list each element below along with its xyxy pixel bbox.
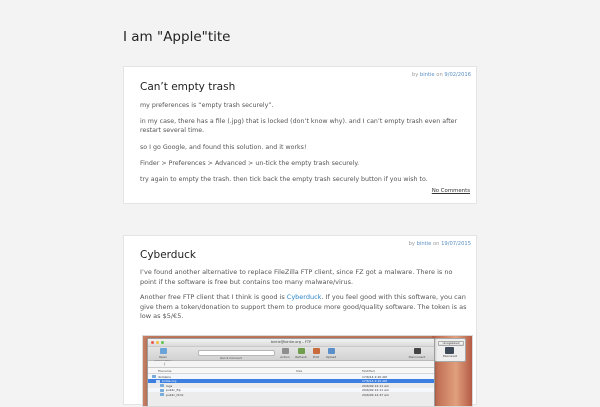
post-title[interactable]: Cyberduck	[140, 249, 196, 261]
post-paragraph: my preferences is “empty trash securely”…	[140, 102, 274, 109]
window-titlebar: bintie@bintie.org – FTP	[148, 339, 434, 347]
post-paragraph: in my case, there has a file (.jpg) that…	[140, 118, 458, 135]
ftp-window: bintie@bintie.org – FTP Open Connection …	[147, 338, 435, 406]
eject-icon	[413, 348, 421, 354]
post-paragraph: Finder > Preferences > Advanced > un-tic…	[140, 159, 360, 167]
post-paragraph: Another free FTP client that I think is …	[140, 293, 470, 322]
toolbar-label: Edit	[313, 355, 319, 359]
path-bar: /	[148, 361, 434, 368]
unregistered-button: Unregistered	[438, 341, 464, 346]
folder-icon	[160, 384, 164, 388]
file-modified: 29/6/09 12:47 am	[362, 392, 389, 397]
toolbar-action: Action	[278, 348, 292, 359]
post-meta: by bintie on 19/07/2015	[409, 241, 471, 247]
meta-on: on	[431, 241, 442, 247]
file-name: public_html	[166, 392, 184, 397]
post-paragraph: so I go Google, and found this solution.…	[140, 143, 307, 151]
post-card: by bintie on 19/07/2015 Cyberduck I’ve f…	[123, 235, 477, 407]
current-path: /	[164, 362, 166, 366]
comments-link[interactable]: No Comments	[432, 188, 470, 194]
file-row: public_html 29/6/09 12:47 am	[148, 392, 434, 397]
post-paragraph: try again to empty the trash. then tick …	[140, 176, 428, 184]
author-link[interactable]: bintie	[417, 241, 432, 247]
date-link[interactable]: 19/07/2015	[441, 241, 471, 247]
pencil-icon	[312, 348, 320, 354]
gear-icon	[281, 348, 289, 354]
toolbar-disconnect: Disconnect	[404, 348, 430, 359]
column-modified: Modified	[362, 369, 375, 373]
toolbar-label: Quick Connect	[220, 356, 242, 360]
meta-prefix: by	[408, 241, 417, 247]
window-toolbar: Open Connection Quick Connect Action Ref…	[148, 347, 434, 363]
folder-icon	[160, 388, 164, 392]
author-link[interactable]: bintie	[420, 72, 435, 78]
toolbar-label: Refresh	[295, 355, 307, 359]
meta-on: on	[434, 72, 445, 78]
meta-prefix: by	[411, 72, 420, 78]
post-card: by bintie on 9/02/2016 Can’t empty trash…	[123, 66, 477, 204]
refresh-icon	[297, 348, 305, 354]
toolbar-label: Action	[280, 355, 290, 359]
paragraph-text: Another free FTP client that I think is …	[140, 293, 287, 302]
toolbar-upload: Upload	[324, 348, 338, 359]
folder-icon	[152, 375, 156, 378]
window-title: bintie@bintie.org – FTP	[270, 340, 312, 344]
folder-icon	[156, 379, 160, 383]
toolbar-label: Disconnect	[408, 355, 426, 359]
post-meta: by bintie on 9/02/2016	[412, 72, 471, 78]
site-title[interactable]: I am "Apple"tite	[123, 29, 230, 45]
toolbar-edit: Edit	[310, 348, 322, 359]
column-size: Size	[296, 369, 303, 373]
post-title[interactable]: Can’t empty trash	[140, 81, 235, 93]
side-label: Disconnect	[442, 355, 458, 358]
date-link[interactable]: 9/02/2016	[444, 72, 471, 78]
toolbar-refresh: Refresh	[294, 348, 308, 359]
toolbar-label: Upload	[325, 355, 337, 359]
post-paragraph: I’ve found another alternative to replac…	[140, 268, 453, 286]
column-filename: Filename	[158, 369, 172, 373]
post-body: I’ve found another alternative to replac…	[140, 268, 470, 328]
folder-icon	[160, 393, 164, 397]
cyberduck-link[interactable]: Cyberduck	[287, 293, 322, 301]
globe-icon	[159, 348, 167, 354]
disconnect-icon	[445, 347, 454, 354]
side-panel: Unregistered Disconnect	[434, 338, 466, 362]
post-body: my preferences is “empty trash securely”…	[140, 101, 470, 191]
cyberduck-screenshot[interactable]: Unregistered Disconnect bintie@bintie.or…	[142, 335, 473, 407]
upload-icon	[327, 348, 335, 354]
